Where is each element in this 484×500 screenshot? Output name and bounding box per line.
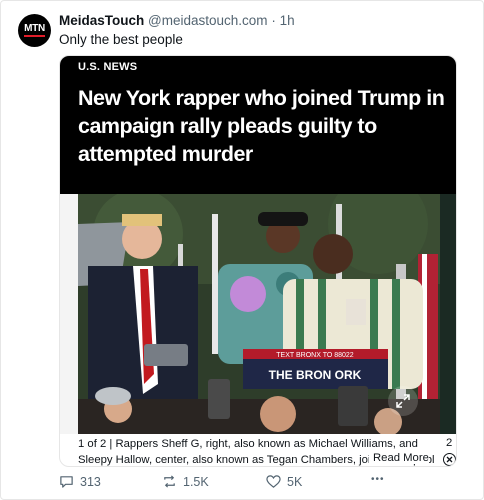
more-icon: •••: [371, 474, 385, 485]
post-actions: 313 1.5K 5K •••: [59, 474, 459, 494]
read-more-link[interactable]: Read More: [369, 452, 429, 464]
repost-button[interactable]: 1.5K: [162, 474, 209, 489]
embedded-article-card[interactable]: U.S. NEWS New York rapper who joined Tru…: [59, 55, 457, 467]
handle[interactable]: @meidastouch.com: [148, 13, 268, 28]
post[interactable]: MTN MeidasTouch @meidastouch.com · 1h On…: [0, 0, 484, 500]
repost-icon: [164, 475, 175, 488]
reply-button[interactable]: 313: [59, 474, 101, 489]
separator-dot: ·: [271, 13, 276, 28]
repost-count: 1.5K: [183, 474, 209, 489]
timestamp[interactable]: 1h: [280, 13, 295, 28]
like-icon: [266, 475, 281, 488]
avatar[interactable]: MTN: [18, 14, 51, 47]
reply-count: 313: [80, 474, 101, 489]
photo-sign-subtext: THE BRON ORK: [269, 368, 362, 382]
like-button[interactable]: 5K: [266, 474, 302, 489]
article-headline: New York rapper who joined Trump in camp…: [78, 86, 445, 166]
close-icon[interactable]: [443, 453, 456, 466]
display-name[interactable]: MeidasTouch: [59, 13, 144, 28]
photo-edge-left: [60, 194, 78, 434]
caption-counter: 1 of 2 |: [78, 438, 113, 450]
post-header: MeidasTouch @meidastouch.com · 1h: [59, 13, 295, 28]
photo-illustration: TEXT BRONX TO 88022 THE BRON ORK: [78, 194, 440, 434]
like-count: 5K: [287, 474, 303, 489]
expand-icon[interactable]: [388, 386, 418, 416]
reply-icon: [60, 476, 73, 488]
post-text: Only the best people: [59, 32, 183, 47]
photo-edge-right: [440, 194, 456, 434]
section-label: U.S. NEWS: [78, 61, 138, 73]
photo-sign-text: TEXT BRONX TO 88022: [276, 352, 354, 359]
article-photo[interactable]: TEXT BRONX TO 88022 THE BRON ORK: [78, 194, 440, 434]
more-button[interactable]: •••: [371, 474, 385, 485]
next-slide-number: 2: [446, 437, 453, 449]
avatar-logo-text: MTN: [24, 24, 45, 37]
